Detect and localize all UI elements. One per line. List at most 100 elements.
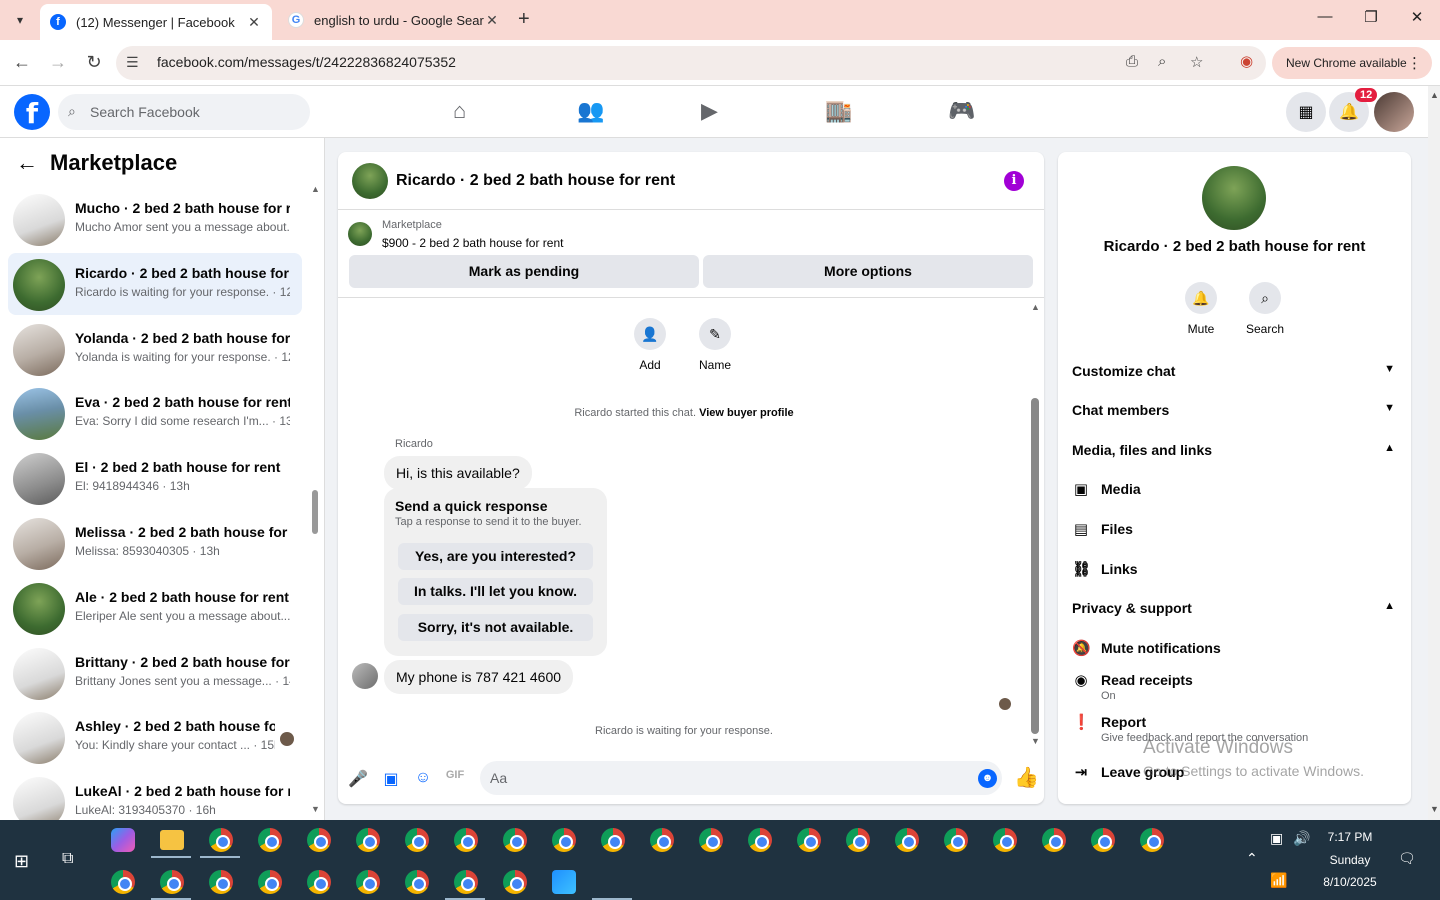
windows-start-icon[interactable]: ⊞ — [14, 851, 29, 872]
chrome-icon[interactable] — [503, 870, 527, 894]
chrome-icon[interactable] — [993, 828, 1017, 852]
chat-title[interactable]: Ricardo · 2 bed 2 bath house for rent — [396, 172, 675, 190]
tab-google-search[interactable]: G english to urdu - Google Search ✕ — [278, 4, 510, 36]
conversation-item[interactable]: Ricardo · 2 bed 2 bath house for rent Ric… — [8, 252, 302, 315]
marketplace-icon[interactable]: 🏬 — [825, 98, 852, 124]
add-people-button[interactable]: 👤 Add — [620, 318, 680, 372]
account-avatar[interactable] — [1374, 92, 1414, 132]
more-menu-icon[interactable]: ⋮ — [1407, 54, 1422, 72]
reload-icon[interactable]: ↻ — [82, 52, 106, 73]
chrome-icon[interactable] — [356, 828, 380, 852]
chrome-icon[interactable] — [1042, 828, 1066, 852]
view-buyer-profile-link[interactable]: View buyer profile — [699, 407, 794, 419]
video-icon[interactable]: ▶ — [701, 98, 718, 124]
conversation-item[interactable]: Yolanda · 2 bed 2 bath house for rent Yol… — [8, 318, 302, 380]
quick-response-option[interactable]: Sorry, it's not available. — [398, 614, 593, 641]
chrome-icon[interactable] — [1140, 828, 1164, 852]
chrome-icon[interactable] — [258, 870, 282, 894]
quick-response-option[interactable]: In talks. I'll let you know. — [398, 578, 593, 605]
chrome-icon[interactable] — [895, 828, 919, 852]
message-bubble[interactable]: My phone is 787 421 4600 — [384, 660, 574, 694]
conversation-item[interactable]: Melissa · 2 bed 2 bath house for rent Mel… — [8, 512, 302, 574]
conversation-item[interactable]: El · 2 bed 2 bath house for rent El: 9418… — [8, 447, 302, 509]
chat-avatar[interactable] — [352, 163, 388, 199]
close-window-icon[interactable]: ✕ — [1402, 8, 1432, 26]
mute-button[interactable]: 🔔 Mute — [1171, 282, 1231, 336]
new-tab-icon[interactable]: + — [518, 8, 530, 31]
message-bubble[interactable]: Hi, is this available? — [384, 456, 532, 490]
chrome-icon[interactable] — [699, 828, 723, 852]
menu-grid-icon[interactable]: ▦ — [1286, 92, 1326, 132]
message-input[interactable]: Aa — [480, 761, 1002, 795]
microphone-icon[interactable]: 🎤 — [348, 769, 368, 789]
photos-icon[interactable] — [552, 870, 576, 894]
close-tab-icon[interactable]: ✕ — [484, 12, 500, 29]
chrome-icon[interactable] — [209, 870, 233, 894]
minimize-icon[interactable]: — — [1310, 8, 1340, 25]
chrome-icon[interactable] — [307, 870, 331, 894]
conversation-item[interactable]: Ale · 2 bed 2 bath house for rent Eleripe… — [8, 577, 302, 639]
chrome-icon[interactable] — [601, 828, 625, 852]
scroll-up-icon[interactable]: ▲ — [1430, 90, 1439, 100]
details-avatar[interactable] — [1202, 166, 1266, 230]
chrome-icon[interactable] — [503, 828, 527, 852]
conversation-item[interactable]: Eva · 2 bed 2 bath house for rent Eva: So… — [8, 382, 302, 444]
chat-members-section[interactable]: Chat members ▼ — [1072, 402, 1397, 418]
task-view-icon[interactable]: ⧉ — [62, 850, 73, 868]
scroll-up-icon[interactable]: ▲ — [1031, 302, 1040, 312]
search-chat-button[interactable]: ⌕ Search — [1235, 282, 1295, 336]
thumbs-up-icon[interactable]: 👍 — [1014, 765, 1039, 790]
chrome-icon[interactable] — [258, 828, 282, 852]
chrome-icon[interactable] — [552, 828, 576, 852]
scroll-down-icon[interactable]: ▼ — [1430, 804, 1439, 814]
name-chat-button[interactable]: ✎ Name — [685, 318, 745, 372]
show-hidden-icons-icon[interactable]: ⌃ — [1246, 850, 1258, 867]
page-scrollbar[interactable]: ▲ ▼ — [1428, 86, 1440, 820]
home-icon[interactable]: ⌂ — [453, 98, 466, 124]
chrome-icon[interactable] — [454, 828, 478, 852]
emoji-icon[interactable]: ☻ — [978, 769, 997, 788]
listing-thumbnail[interactable] — [348, 222, 372, 246]
chrome-icon[interactable] — [944, 828, 968, 852]
conversation-item[interactable]: Ashley · 2 bed 2 bath house for rent You:… — [8, 706, 302, 768]
back-arrow-icon[interactable]: ← — [16, 150, 38, 176]
profile-icon[interactable]: ◉ — [1240, 52, 1253, 70]
gaming-icon[interactable]: 🎮 — [948, 98, 975, 124]
more-options-button[interactable]: More options — [703, 255, 1033, 288]
chrome-icon[interactable] — [356, 870, 380, 894]
action-center-icon[interactable]: 🗨 — [1398, 850, 1416, 867]
clock-date[interactable]: 8/10/2025 — [1300, 875, 1400, 889]
search-facebook-input[interactable]: ⌕ Search Facebook — [58, 94, 310, 130]
gif-icon[interactable]: GIF — [445, 769, 465, 781]
site-info-icon[interactable]: ☰ — [126, 54, 139, 71]
bookmark-star-icon[interactable]: ☆ — [1190, 53, 1203, 71]
maximize-icon[interactable]: ❐ — [1356, 8, 1386, 26]
meet-now-icon[interactable]: ▣ — [1270, 830, 1283, 847]
conversation-item[interactable]: Mucho · 2 bed 2 bath house for rent Mucho… — [8, 188, 302, 250]
chrome-icon[interactable] — [748, 828, 772, 852]
chrome-icon[interactable] — [454, 870, 478, 894]
friends-icon[interactable]: 👥 — [577, 98, 604, 124]
attach-image-icon[interactable]: ▣ — [381, 769, 401, 789]
chrome-icon[interactable] — [405, 870, 429, 894]
tab-messenger[interactable]: f (12) Messenger | Facebook ✕ — [40, 4, 272, 40]
customize-chat-section[interactable]: Customize chat ▼ — [1072, 363, 1397, 379]
file-explorer-icon[interactable] — [160, 830, 184, 850]
chrome-icon[interactable] — [405, 828, 429, 852]
media-files-links-section[interactable]: Media, files and links ▲ — [1072, 442, 1397, 458]
chrome-icon[interactable] — [111, 870, 135, 894]
scroll-down-icon[interactable]: ▼ — [311, 804, 320, 814]
sticker-icon[interactable]: ☺ — [413, 769, 433, 787]
chrome-icon[interactable] — [846, 828, 870, 852]
scroll-down-icon[interactable]: ▼ — [1031, 736, 1040, 746]
facebook-logo-icon[interactable]: f — [14, 94, 50, 130]
chat-scrollbar[interactable] — [1031, 398, 1039, 734]
conversation-item[interactable]: LukeAl · 2 bed 2 bath house for rent Luke… — [8, 771, 302, 820]
close-tab-icon[interactable]: ✕ — [246, 14, 262, 31]
copilot-icon[interactable] — [111, 828, 135, 852]
wifi-icon[interactable]: 📶 — [1270, 872, 1287, 889]
tab-search-chevron-icon[interactable]: ▾ — [8, 8, 32, 32]
chrome-icon[interactable] — [650, 828, 674, 852]
chrome-icon[interactable] — [209, 828, 233, 852]
install-app-icon[interactable]: ⎙ — [1126, 53, 1138, 70]
